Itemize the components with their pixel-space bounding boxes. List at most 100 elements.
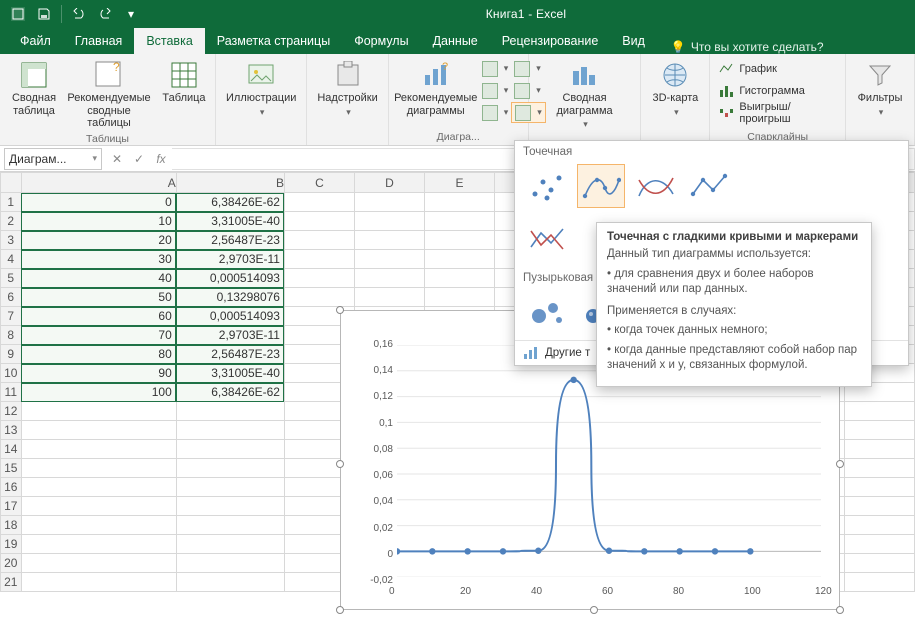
row-header[interactable]: 15 (1, 459, 22, 478)
cell[interactable] (176, 421, 284, 440)
cell[interactable] (844, 402, 914, 421)
col-header-B[interactable]: B (176, 173, 284, 193)
enter-icon[interactable]: ✓ (128, 148, 150, 170)
row-header[interactable]: 10 (1, 364, 22, 383)
row-header[interactable]: 21 (1, 573, 22, 592)
sparkline-column-button[interactable]: Гистограмма (716, 80, 839, 101)
scatter-smooth-lines[interactable] (631, 164, 679, 208)
col-header-D[interactable]: D (354, 173, 424, 193)
cell[interactable] (21, 497, 176, 516)
tab-home[interactable]: Главная (63, 28, 135, 54)
cell[interactable] (844, 535, 914, 554)
col-header-E[interactable]: E (424, 173, 494, 193)
row-header[interactable]: 18 (1, 516, 22, 535)
tab-review[interactable]: Рецензирование (490, 28, 611, 54)
pie-chart-button[interactable] (479, 102, 512, 123)
cell[interactable] (844, 440, 914, 459)
cell[interactable] (354, 231, 424, 250)
tab-pagelayout[interactable]: Разметка страницы (205, 28, 342, 54)
row-header[interactable]: 12 (1, 402, 22, 421)
cell[interactable] (844, 459, 914, 478)
cell[interactable] (176, 516, 284, 535)
table-button[interactable]: Таблица (156, 58, 212, 132)
cell[interactable]: 2,9703E-11 (176, 250, 284, 269)
row-header[interactable]: 8 (1, 326, 22, 345)
row-header[interactable]: 19 (1, 535, 22, 554)
cell[interactable]: 80 (21, 345, 176, 364)
cell[interactable]: 0,000514093 (176, 307, 284, 326)
row-header[interactable]: 6 (1, 288, 22, 307)
cell[interactable]: 0,13298076 (176, 288, 284, 307)
row-header[interactable]: 1 (1, 193, 22, 212)
cell[interactable]: 40 (21, 269, 176, 288)
row-header[interactable]: 14 (1, 440, 22, 459)
tab-data[interactable]: Данные (421, 28, 490, 54)
cell[interactable] (284, 193, 354, 212)
cell[interactable]: 2,56487E-23 (176, 231, 284, 250)
row-header[interactable]: 5 (1, 269, 22, 288)
cell[interactable] (424, 193, 494, 212)
cell[interactable] (284, 231, 354, 250)
cell[interactable] (176, 554, 284, 573)
cell[interactable] (284, 288, 354, 307)
bubble-chart[interactable] (523, 290, 571, 334)
filters-button[interactable]: Фильтры (852, 58, 908, 130)
scatter-straight-markers[interactable] (685, 164, 733, 208)
fx-icon[interactable]: fx (150, 148, 172, 170)
cell[interactable] (354, 193, 424, 212)
cell[interactable] (424, 288, 494, 307)
col-header-A[interactable]: A (21, 173, 176, 193)
cell[interactable]: 100 (21, 383, 176, 402)
illustrations-button[interactable]: Иллюстрации (222, 58, 300, 130)
system-menu-icon[interactable] (6, 3, 30, 25)
tab-insert[interactable]: Вставка (134, 28, 204, 54)
cell[interactable] (176, 573, 284, 592)
cell[interactable]: 70 (21, 326, 176, 345)
cell[interactable]: 6,38426E-62 (176, 383, 284, 402)
row-header[interactable]: 16 (1, 478, 22, 497)
cell[interactable] (844, 497, 914, 516)
cell[interactable] (844, 516, 914, 535)
recommended-pivottables-button[interactable]: ? Рекомендуемые сводные таблицы (64, 58, 154, 132)
cell[interactable] (424, 250, 494, 269)
save-icon[interactable] (32, 3, 56, 25)
cell[interactable]: 90 (21, 364, 176, 383)
undo-icon[interactable] (67, 3, 91, 25)
cell[interactable] (21, 554, 176, 573)
cell[interactable]: 3,31005E-40 (176, 212, 284, 231)
cell[interactable]: 0,000514093 (176, 269, 284, 288)
sparkline-line-button[interactable]: График (716, 58, 839, 79)
tell-me[interactable]: 💡 Что вы хотите сделать? (671, 40, 824, 54)
column-chart-button[interactable] (479, 58, 512, 79)
cell[interactable] (176, 402, 284, 421)
cell[interactable] (21, 421, 176, 440)
cell[interactable] (21, 535, 176, 554)
cell[interactable] (354, 288, 424, 307)
cell[interactable] (424, 231, 494, 250)
addins-button[interactable]: Надстройки (313, 58, 381, 130)
cell[interactable]: 2,9703E-11 (176, 326, 284, 345)
row-header[interactable]: 3 (1, 231, 22, 250)
recommended-charts-button[interactable]: ? Рекомендуемые диаграммы (395, 58, 477, 130)
cell[interactable] (21, 478, 176, 497)
row-header[interactable]: 11 (1, 383, 22, 402)
cell[interactable] (844, 421, 914, 440)
cell[interactable] (424, 212, 494, 231)
cell[interactable] (176, 459, 284, 478)
sparkline-winloss-button[interactable]: Выигрыш/проигрыш (716, 102, 839, 123)
cell[interactable]: 50 (21, 288, 176, 307)
redo-icon[interactable] (93, 3, 117, 25)
cell[interactable] (176, 440, 284, 459)
cell[interactable] (354, 250, 424, 269)
cell[interactable]: 0 (21, 193, 176, 212)
pivot-chart-button[interactable]: Сводная диаграмма (535, 58, 635, 132)
col-header-C[interactable]: C (284, 173, 354, 193)
cell[interactable] (176, 497, 284, 516)
cancel-icon[interactable]: ✕ (106, 148, 128, 170)
row-header[interactable]: 13 (1, 421, 22, 440)
cell[interactable] (354, 212, 424, 231)
stock-chart-button[interactable] (479, 80, 512, 101)
cell[interactable] (21, 573, 176, 592)
cell[interactable] (844, 554, 914, 573)
cell[interactable] (424, 269, 494, 288)
